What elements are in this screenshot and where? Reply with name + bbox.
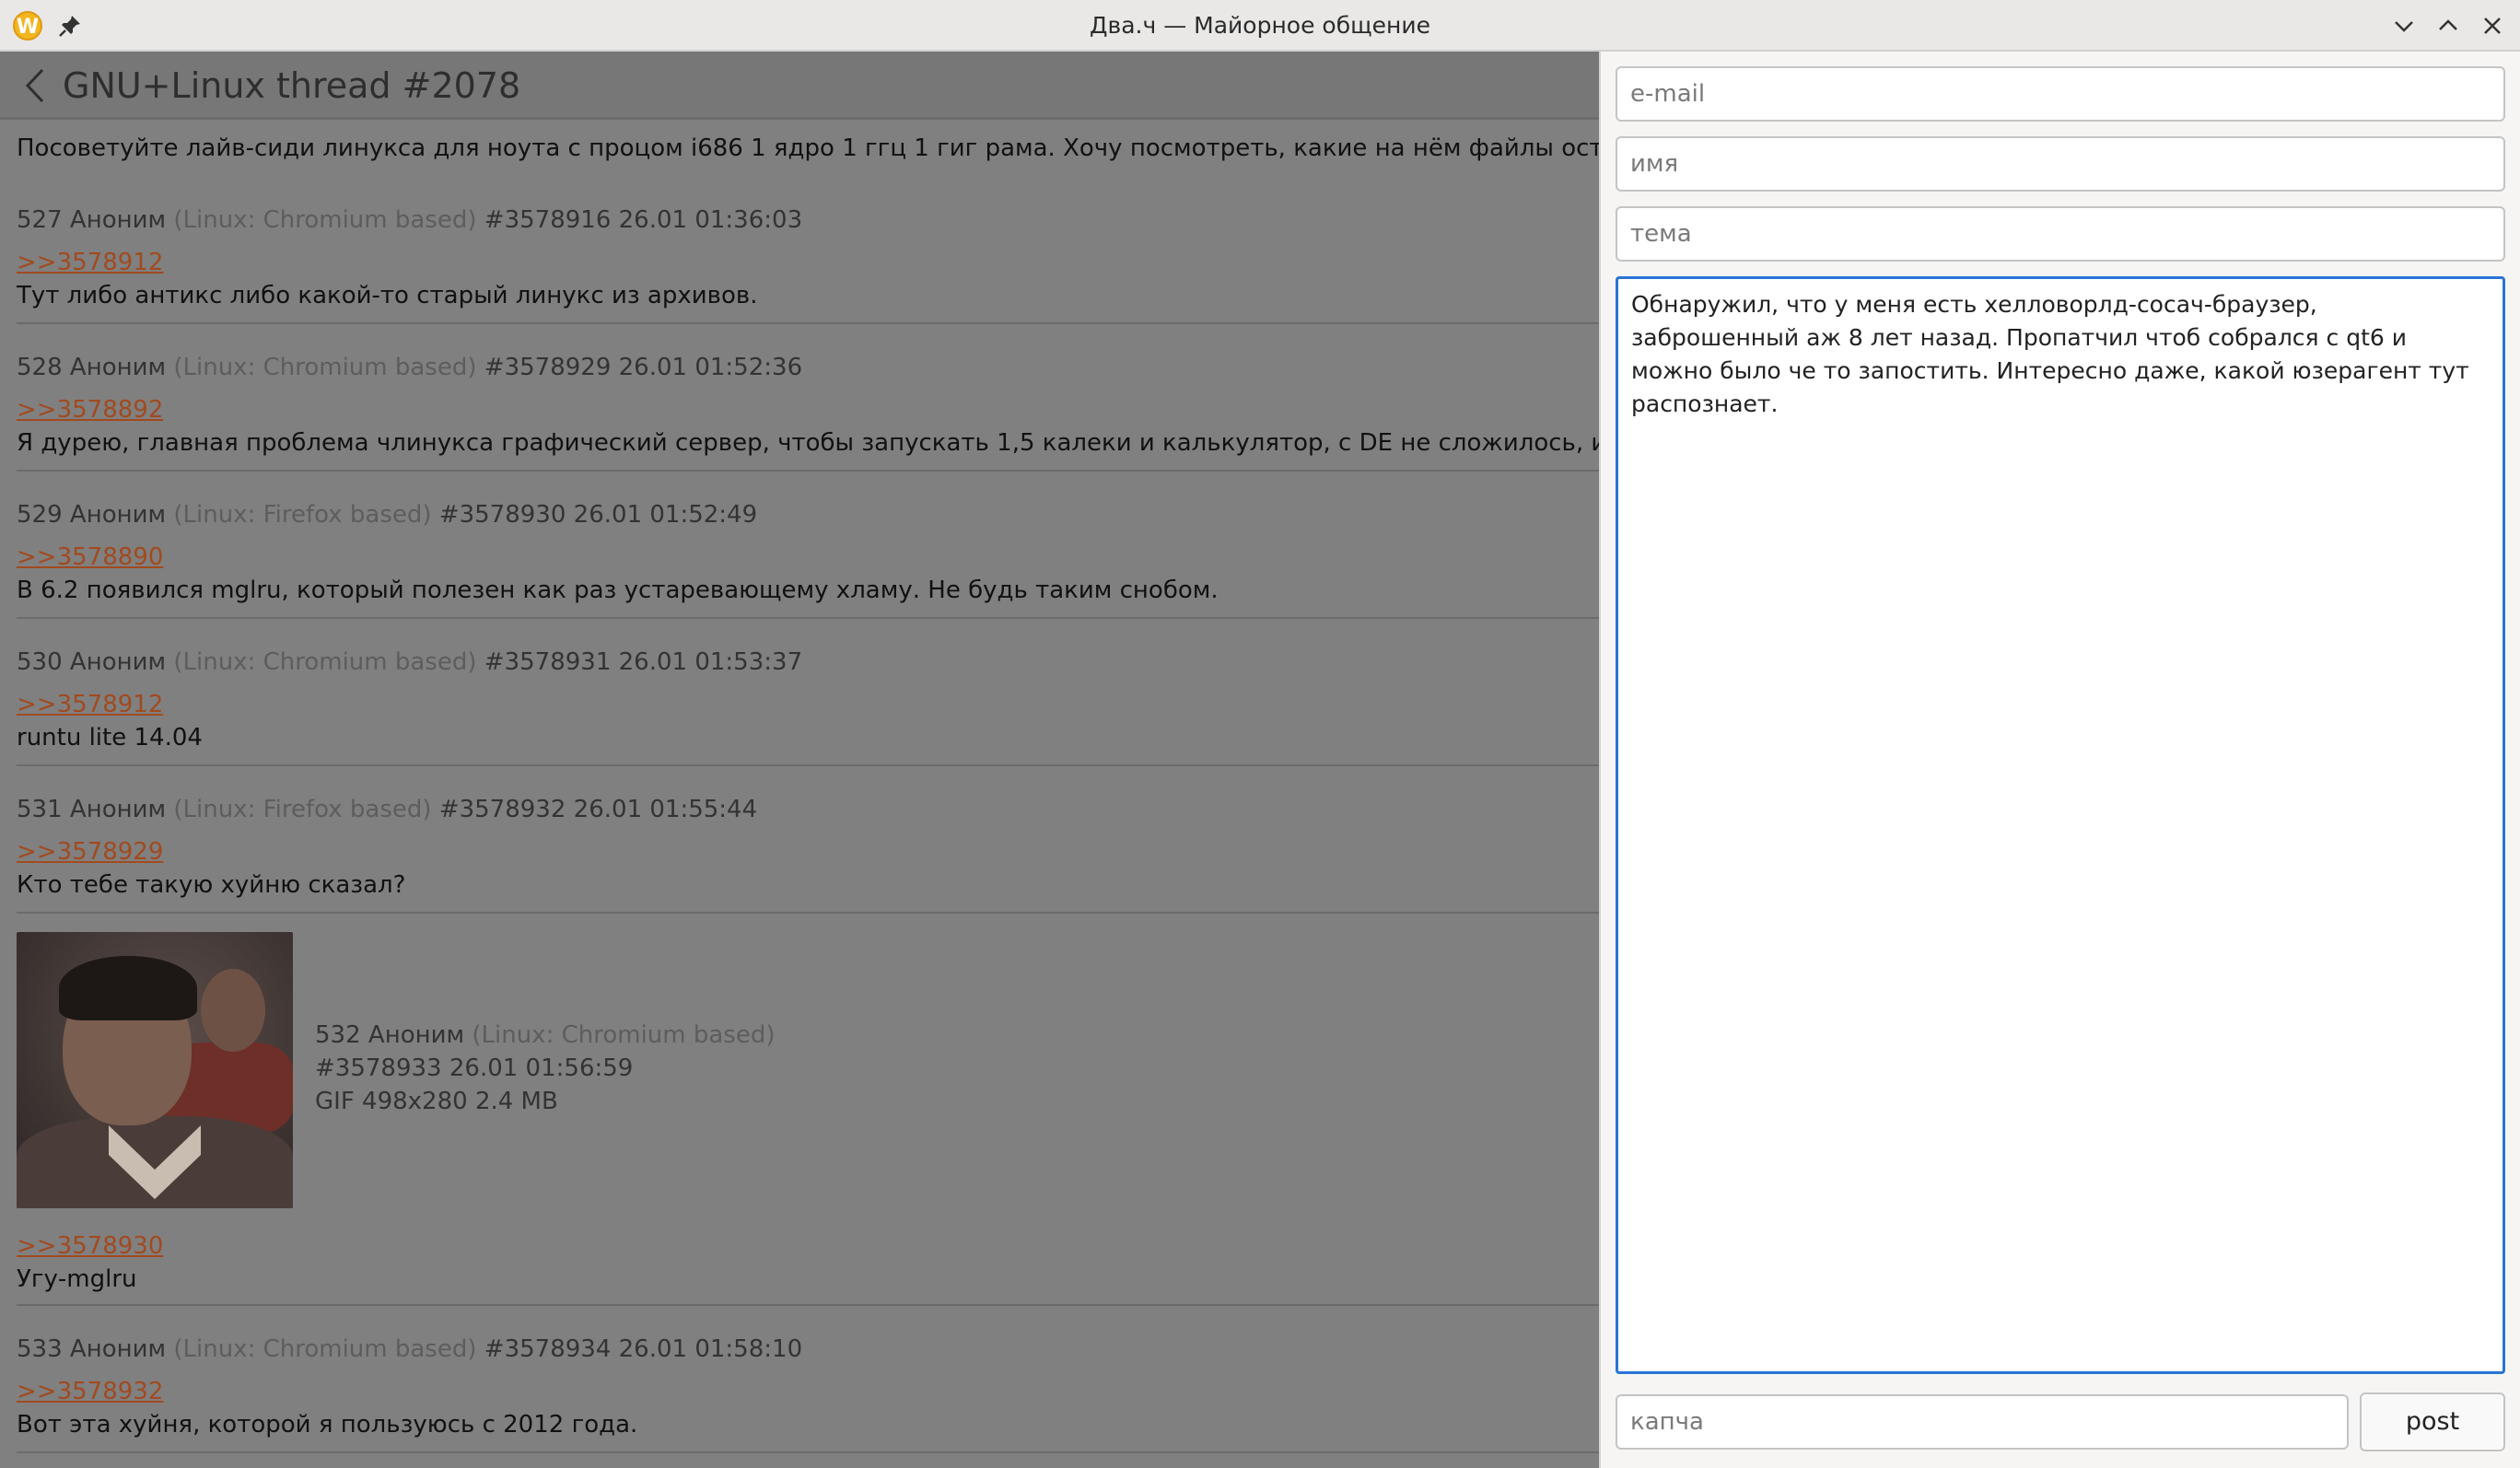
post-number: 531 xyxy=(17,796,63,823)
post-useragent: (Linux: Firefox based) xyxy=(173,796,432,823)
post-layer: 527 Аноним (Linux: Chromium based) #3578… xyxy=(0,52,1599,1468)
post-useragent: (Linux: Chromium based) xyxy=(173,1335,477,1363)
post-id[interactable]: #3578916 xyxy=(484,206,612,234)
post-header-530: 530 Аноним (Linux: Chromium based) #3578… xyxy=(17,648,802,676)
post-header-533: 533 Аноним (Linux: Chromium based) #3578… xyxy=(17,1335,802,1363)
post-number: 530 xyxy=(17,648,63,676)
post-divider xyxy=(17,322,1599,324)
message-textarea[interactable]: Обнаружил, что у меня есть хелловорлд-со… xyxy=(1616,276,2505,1374)
window-title: Два.ч — Майорное общение xyxy=(1089,12,1431,39)
post-divider xyxy=(17,912,1599,914)
post-useragent: (Linux: Chromium based) xyxy=(173,648,477,676)
post-button[interactable]: post xyxy=(2360,1392,2505,1451)
post-header-532: 532 Аноним (Linux: Chromium based) #3578… xyxy=(315,1019,776,1118)
post-number: 529 xyxy=(17,501,63,529)
post-number: 527 xyxy=(17,206,63,234)
post-image-thumbnail[interactable] xyxy=(17,932,293,1208)
reply-link-530[interactable]: >>3578912 xyxy=(17,691,163,718)
post-header-529: 529 Аноним (Linux: Firefox based) #35789… xyxy=(17,501,757,529)
subject-field[interactable] xyxy=(1616,206,2505,262)
post-useragent: (Linux: Chromium based) xyxy=(173,354,477,381)
name-field[interactable] xyxy=(1616,136,2505,192)
post-date: 26.01 01:56:59 xyxy=(449,1054,634,1082)
reply-form: Обнаружил, что у меня есть хелловорлд-со… xyxy=(1599,52,2520,1468)
close-icon[interactable] xyxy=(2478,11,2507,41)
post-author: Аноним xyxy=(69,796,167,823)
post-divider xyxy=(17,1451,1599,1453)
post-author: Аноним xyxy=(69,1335,167,1363)
post-useragent: (Linux: Firefox based) xyxy=(173,501,432,529)
post-author: Аноним xyxy=(69,501,167,529)
reply-link-533[interactable]: >>3578932 xyxy=(17,1378,163,1405)
maximize-icon[interactable] xyxy=(2433,11,2463,41)
reply-link-527[interactable]: >>3578912 xyxy=(17,249,163,276)
reply-link-529[interactable]: >>3578890 xyxy=(17,543,163,571)
reply-link-531[interactable]: >>3578929 xyxy=(17,838,163,866)
post-number: 533 xyxy=(17,1335,63,1363)
image-detail xyxy=(201,969,265,1052)
post-divider xyxy=(17,1304,1599,1306)
email-field[interactable] xyxy=(1616,66,2505,122)
post-text-529: В 6.2 появился mglru, который полезен ка… xyxy=(17,577,1219,604)
post-text-532: Угу-mglru xyxy=(17,1265,137,1293)
post-id[interactable]: #3578932 xyxy=(439,796,566,823)
post-id[interactable]: #3578931 xyxy=(484,648,612,676)
post-text-527: Тут либо антикс либо какой-то старый лин… xyxy=(17,282,758,309)
post-author: Аноним xyxy=(368,1021,465,1049)
post-divider xyxy=(17,764,1599,766)
post-id[interactable]: #3578930 xyxy=(439,501,566,529)
post-id[interactable]: #3578929 xyxy=(484,354,612,381)
window-titlebar: W Два.ч — Майорное общение xyxy=(0,0,2520,52)
post-useragent: (Linux: Chromium based) xyxy=(472,1021,776,1049)
image-detail xyxy=(59,956,197,1020)
post-author: Аноним xyxy=(69,648,167,676)
captcha-field[interactable] xyxy=(1616,1394,2349,1450)
post-useragent: (Linux: Chromium based) xyxy=(173,206,477,234)
post-text-533: Вот эта хуйня, которой я пользуюсь с 201… xyxy=(17,1411,638,1439)
post-number: 532 xyxy=(315,1021,361,1049)
post-id[interactable]: #3578934 xyxy=(484,1335,612,1363)
post-date: 26.01 01:52:49 xyxy=(573,501,758,529)
reply-link-532[interactable]: >>3578930 xyxy=(17,1232,163,1260)
post-author: Аноним xyxy=(69,206,167,234)
post-text-531: Кто тебе такую хуйню сказал? xyxy=(17,871,406,899)
post-divider xyxy=(17,470,1599,472)
reply-link-528[interactable]: >>3578892 xyxy=(17,396,163,424)
post-text-528: Я дурею, главная проблема члинукса графи… xyxy=(17,429,1599,457)
post-header-531: 531 Аноним (Linux: Firefox based) #35789… xyxy=(17,796,757,823)
post-divider xyxy=(17,617,1599,619)
post-text-530: runtu lite 14.04 xyxy=(17,724,203,751)
post-header-528: 528 Аноним (Linux: Chromium based) #3578… xyxy=(17,354,802,381)
post-date: 26.01 01:58:10 xyxy=(618,1335,803,1363)
post-author: Аноним xyxy=(69,354,167,381)
post-header-527: 527 Аноним (Linux: Chromium based) #3578… xyxy=(17,206,802,234)
post-date: 26.01 01:53:37 xyxy=(618,648,803,676)
file-info: GIF 498x280 2.4 MB xyxy=(315,1088,558,1115)
post-date: 26.01 01:36:03 xyxy=(618,206,803,234)
post-date: 26.01 01:55:44 xyxy=(573,796,758,823)
post-number: 528 xyxy=(17,354,63,381)
post-id[interactable]: #3578933 xyxy=(315,1054,442,1082)
minimize-icon[interactable] xyxy=(2389,11,2419,41)
post-date: 26.01 01:52:36 xyxy=(618,354,803,381)
